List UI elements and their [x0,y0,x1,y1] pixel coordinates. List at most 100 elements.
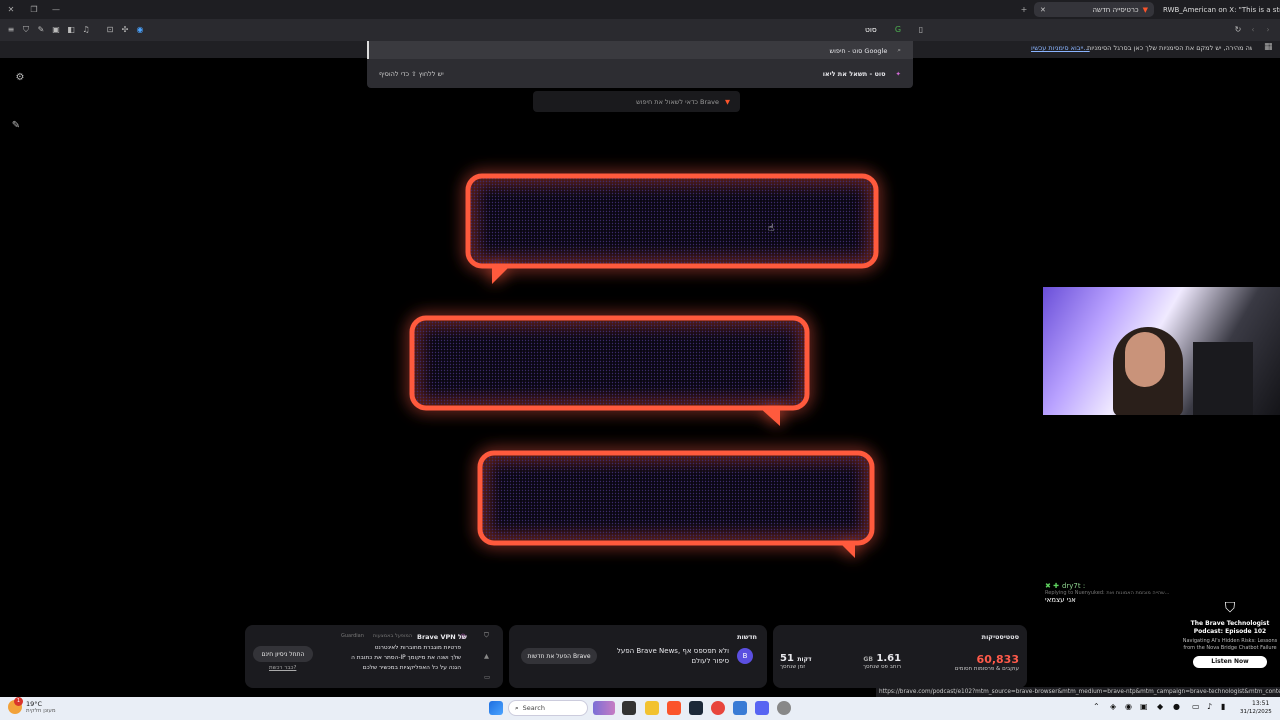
brave-icon: ▼ [725,97,730,106]
apps-grid-icon[interactable]: ▦ [1264,42,1273,52]
news-title: חדשות [737,633,757,641]
windows-taskbar: 1 19°C מעונן חלקית ⌕ Search ⌃ ◈ ◉ ▣ ◆ ● … [0,697,1280,720]
stats-card: סטטיסטיקות 60,833 עוקבים & פרסומות חסומי… [773,625,1027,688]
already-purchased-link[interactable]: כבר רכשת? [269,665,296,671]
stat-trackers: 60,833 עוקבים & פרסומות חסומים [955,653,1019,672]
task-view-icon[interactable] [622,701,636,715]
clock-time[interactable]: 13:51 [1252,700,1269,707]
tray-chevron-icon[interactable]: ⌃ [1093,702,1100,711]
search-label: Search [522,704,545,712]
stat-unit: GB [863,656,873,663]
weather-desc: מעונן חלקית [26,708,56,714]
tab-title: RWB_American on X: "This is a strang [1163,5,1280,14]
wallet-icon[interactable]: ▣ [51,25,61,35]
news-icon: B [737,648,753,664]
webcam-overlay [1043,287,1280,415]
stat-label: עוקבים & פרסומות חסומים [954,666,1019,672]
tab-bar: ✕ ❐ — + ✕ כרטיסייה חדשה ▼ RWB_American o… [0,0,1280,19]
file-explorer-icon[interactable] [645,701,659,715]
suggestion-google[interactable]: סוט - חיפוש Google ⌕ [830,46,901,55]
mouse-cursor-icon: ☝ [768,223,775,234]
suggestion-text: סוט - תשאל את ליאו [822,70,886,78]
vpn-shield-icon: ⛉ [484,631,489,639]
suggestion-hint: יש ללחוץ ⇧ כדי להוסיף [379,70,444,78]
vscode-icon[interactable] [733,701,747,715]
back-icon[interactable]: ‹ [1248,25,1258,35]
tray-app-icon[interactable]: ◉ [1125,702,1132,711]
new-tab-icon[interactable]: + [1019,5,1029,15]
bubble-bottom [477,450,875,558]
podcast-promo: ⛉ The Brave Technologist Podcast: Episod… [1180,600,1280,690]
listen-now-button[interactable]: Listen Now [1193,656,1267,668]
extensions-icon[interactable]: ✎ [36,25,46,35]
menu-icon[interactable]: ≡ [6,25,16,35]
chat-message: אני עצמאי [1045,596,1076,604]
hero-chat-bubbles [409,173,879,558]
voice-icon[interactable]: ◉ [135,25,145,35]
suggestion-leo[interactable]: סוט - תשאל את ליאו ✦ [823,70,901,78]
brave-search-hint[interactable]: כדאי לשאול את חיפוש Brave ▼ [533,91,740,112]
stat-label: רוחב פס שנחסך [863,664,902,670]
vpn-card: ⛉ ▲ ▭ ◎ Brave VPN של Guardian המופעל באמ… [245,625,503,688]
close-tab-icon[interactable]: ✕ [1040,6,1046,14]
tray-app-icon[interactable]: ◆ [1157,702,1163,711]
tray-app-icon[interactable]: ◈ [1110,702,1116,711]
steam-icon[interactable] [689,701,703,715]
puzzle-icon[interactable]: ✣ [120,25,130,35]
settings-icon[interactable]: ⚙ [14,72,26,84]
sidebar-icon[interactable]: ◧ [66,25,76,35]
microphone-icon[interactable]: ● [1173,702,1180,711]
import-bookmarks-link[interactable]: ייבוא סימניות עכשיו... [1031,44,1090,52]
tab-x-post[interactable]: RWB_American on X: "This is a strang ✕ [1157,2,1280,17]
stream-chat: ✖ ✚ dry7t : Replying to Nuenyuked: שהייה… [1045,582,1195,612]
vpn-badge: Guardian [341,633,364,639]
settings-taskbar-icon[interactable] [777,701,791,715]
badge-icon: ✖ ✚ [1045,582,1059,590]
brave-taskbar-icon[interactable] [667,701,681,715]
volume-icon[interactable]: ♪ [1207,702,1212,711]
stat-bandwidth: GB 1.61 רוחב פס שנחסך [863,653,901,670]
weather-temp: 19°C [26,700,43,708]
enable-news-button[interactable]: הפעל את חדשות Brave [521,648,597,664]
start-icon[interactable] [489,701,503,715]
customize-icon[interactable]: ✎ [10,120,22,132]
forward-icon[interactable]: › [1263,25,1273,35]
stat-label: זמן שנחסך [780,664,806,670]
widgets-icon[interactable] [593,701,615,715]
shield-icon[interactable]: ⛉ [21,25,31,35]
podcast-title: The Brave Technologist Podcast: Episode … [1190,620,1270,635]
screenshot-icon[interactable]: ⊡ [105,25,115,35]
stat-value: 1.61 [876,653,902,664]
tab-title: כרטיסייה חדשה [1092,5,1139,14]
tab-new-tab[interactable]: ✕ כרטיסייה חדשה ▼ [1034,2,1154,17]
restore-window-icon[interactable]: ❐ [29,5,39,15]
stat-value: 60,833 [976,653,1019,666]
search-icon: ⌕ [515,703,519,712]
vpn-feature: הגנה על כל האפליקציות במכשיר שלכם [362,665,461,671]
start-trial-button[interactable]: התחל ניסיון חינם [253,646,313,662]
reload-icon[interactable]: ↻ [1233,25,1243,35]
stat-unit: דקות [797,656,812,663]
minimize-window-icon[interactable]: — [51,5,61,15]
vpn-feature: הסתר את כתובת ה-IP שלך ושנה את מיקומך [351,655,461,661]
bookmark-icon[interactable]: ▯ [916,25,926,35]
face-shape [1125,332,1165,387]
close-window-icon[interactable]: ✕ [6,5,16,15]
network-icon[interactable]: ▭ [1192,702,1200,711]
omnibox-query[interactable]: סוט [865,25,877,34]
clock-date[interactable]: 31/12/2025 [1240,709,1272,715]
stat-time: 51 דקות זמן שנחסך [780,653,812,670]
battery-icon[interactable]: ▮ [1221,702,1225,711]
hint-text: כדאי לשאול את חיפוש Brave [636,97,719,106]
discord-icon[interactable] [755,701,769,715]
status-url: https://brave.com/podcast/e102?mtm_sourc… [876,687,1280,697]
music-icon[interactable]: ♫ [81,25,91,35]
chrome-icon[interactable] [711,701,725,715]
leo-icon: ✦ [895,70,901,78]
vpn-feature: פרטיות מוגברת מחוברות לאינטרנט [374,645,461,651]
chair-shape [1193,342,1253,415]
stat-value: 51 [780,653,794,664]
tray-app-icon[interactable]: ▣ [1140,702,1148,711]
taskbar-search[interactable]: ⌕ Search [508,700,588,716]
infobar-text: לגישה מהירה, יש למקם את הסימניות שלך כאן… [1087,44,1252,52]
